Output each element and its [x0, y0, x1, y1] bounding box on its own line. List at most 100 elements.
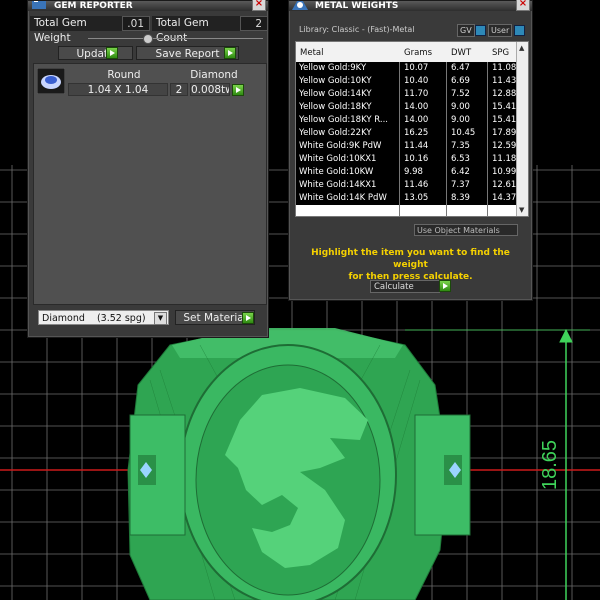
grams-cell: 10.40	[404, 76, 429, 86]
metal-cell: White Gold:14K PdW	[299, 193, 387, 203]
round-diamond-icon[interactable]	[37, 68, 65, 94]
table-row[interactable]: Yellow Gold:22KY 16.25 10.45 17.89	[296, 127, 517, 140]
gv-toggle[interactable]: GV	[457, 24, 475, 37]
metal-cell: Yellow Gold:22KY	[299, 128, 372, 138]
column-header-spg[interactable]: SPG	[492, 48, 509, 58]
grams-cell: 9.98	[404, 167, 423, 177]
slider-handle[interactable]	[143, 34, 153, 44]
gv-indicator-icon[interactable]	[475, 25, 486, 36]
calculate-go-icon[interactable]	[439, 280, 451, 292]
dwt-cell: 6.47	[451, 63, 470, 73]
metal-weights-titlebar[interactable]: METAL WEIGHTS	[289, 1, 532, 11]
grams-cell: 10.07	[404, 63, 429, 73]
table-row[interactable]: Yellow Gold:10KY 10.40 6.69 11.43	[296, 75, 517, 88]
metal-cell: Yellow Gold:14KY	[299, 89, 372, 99]
gem-reporter-title: GEM REPORTER	[54, 1, 133, 11]
table-scrollbar[interactable]: ▲ ▼	[516, 42, 528, 216]
table-row[interactable]: Yellow Gold:18KY 14.00 9.00 15.41	[296, 101, 517, 114]
metal-cell: White Gold:10KW	[299, 167, 374, 177]
dwt-cell: 7.52	[451, 89, 470, 99]
table-row[interactable]: White Gold:10KX1 10.16 6.53 11.18	[296, 153, 517, 166]
gem-qty-cell[interactable]: 2	[170, 83, 188, 96]
column-header-grams[interactable]: Grams	[404, 48, 432, 58]
library-label: Library: Classic - (Fast)-Metal	[299, 25, 415, 34]
grams-cell: 10.16	[404, 154, 429, 164]
dwt-cell: 10.45	[451, 128, 476, 138]
dwt-cell: 9.00	[451, 102, 470, 112]
metal-cell: White Gold:9K PdW	[299, 141, 382, 151]
grams-cell: 14.00	[404, 115, 429, 125]
use-object-materials-label: Use Object Materials	[417, 226, 500, 235]
metal-cell: Yellow Gold:9KY	[299, 63, 367, 73]
metal-weights-panel: METAL WEIGHTS × Library: Classic - (Fast…	[288, 0, 533, 301]
dwt-cell: 6.69	[451, 76, 470, 86]
gem-reporter-app-icon	[32, 1, 46, 9]
gem-size-cell[interactable]: 1.04 X 1.04	[68, 83, 168, 96]
total-gem-weight-label: Total Gem Weight	[30, 16, 126, 44]
material-dropdown[interactable]: Diamond (3.52 spg) ▼	[38, 310, 169, 325]
dimension-label: 18.65	[539, 440, 561, 490]
metal-weights-table[interactable]: Metal Grams DWT SPG Yellow Gold:9KY 10.07…	[295, 41, 529, 217]
instruction-line-1: Highlight the item you want to find the …	[311, 248, 510, 270]
use-object-materials-toggle[interactable]: Use Object Materials	[414, 224, 518, 236]
gem-material-header: Diamond	[190, 69, 238, 81]
column-divider	[487, 62, 488, 216]
update-button[interactable]: Update	[58, 46, 133, 60]
grams-cell: 13.05	[404, 193, 429, 203]
material-dropdown-value: Diamond (3.52 spg)	[42, 313, 146, 324]
total-gem-count-value[interactable]: 2	[240, 16, 268, 31]
table-row[interactable]: Yellow Gold:9KY 10.07 6.47 11.08	[296, 62, 517, 75]
ring-model[interactable]	[127, 328, 471, 600]
dwt-cell: 9.00	[451, 115, 470, 125]
metal-cell: White Gold:10KX1	[299, 154, 377, 164]
metal-cell: White Gold:14KX1	[299, 180, 377, 190]
gem-reporter-close-button[interactable]: ×	[252, 0, 266, 11]
grams-cell: 11.44	[404, 141, 429, 151]
gem-reporter-titlebar[interactable]: GEM REPORTER	[28, 1, 268, 11]
update-go-icon[interactable]	[106, 47, 118, 59]
dwt-cell: 7.37	[451, 180, 470, 190]
table-row[interactable]: Yellow Gold:14KY 11.70 7.52 12.88	[296, 88, 517, 101]
column-header-metal[interactable]: Metal	[300, 48, 323, 58]
table-row[interactable]: White Gold:10KW 9.98 6.42 10.99	[296, 166, 517, 179]
gem-cut-header: Round	[107, 69, 141, 81]
column-divider	[399, 62, 400, 216]
metal-cell: Yellow Gold:18KY R...	[299, 115, 388, 125]
metal-weights-close-button[interactable]: ×	[516, 0, 530, 11]
slider-track[interactable]	[88, 38, 263, 39]
set-material-go-icon[interactable]	[242, 312, 254, 324]
dwt-cell: 8.39	[451, 193, 470, 203]
total-gem-weight-value[interactable]: .01	[122, 16, 150, 31]
metal-cell: Yellow Gold:10KY	[299, 76, 372, 86]
grams-cell: 11.70	[404, 89, 429, 99]
dwt-cell: 6.53	[451, 154, 470, 164]
table-row[interactable]: White Gold:9K PdW 11.44 7.35 12.59	[296, 140, 517, 153]
metal-weights-title: METAL WEIGHTS	[315, 1, 399, 11]
scroll-up-icon[interactable]: ▲	[519, 44, 524, 52]
table-row[interactable]: White Gold:14KX1 11.46 7.37 12.61	[296, 179, 517, 192]
chevron-down-icon[interactable]: ▼	[154, 312, 167, 325]
column-header-dwt[interactable]: DWT	[451, 48, 471, 58]
save-report-button-label: Save Report	[155, 48, 220, 60]
grams-cell: 16.25	[404, 128, 429, 138]
user-toggle[interactable]: User	[488, 24, 513, 37]
dwt-cell: 7.35	[451, 141, 470, 151]
user-indicator-icon[interactable]	[514, 25, 525, 36]
metal-weights-app-icon	[292, 1, 308, 10]
user-toggle-label: User	[491, 26, 510, 35]
grams-cell: 11.46	[404, 180, 429, 190]
calculate-button-label: Calculate	[374, 282, 414, 292]
gem-row-go-icon[interactable]	[232, 84, 244, 96]
column-divider	[446, 62, 447, 216]
total-gem-count-label: Total Gem Count	[152, 16, 246, 44]
table-row[interactable]: Yellow Gold:18KY R... 14.00 9.00 15.41	[296, 114, 517, 127]
metal-cell: Yellow Gold:18KY	[299, 102, 372, 112]
gem-reporter-panel: GEM REPORTER × Total Gem Weight .01 Tota…	[27, 0, 269, 338]
scroll-down-icon[interactable]: ▼	[519, 206, 524, 214]
table-row[interactable]: White Gold:14K PdW 13.05 8.39 14.37	[296, 192, 517, 205]
gem-weight-cell[interactable]: 0.008tw	[190, 83, 230, 96]
gv-toggle-label: GV	[460, 26, 472, 35]
grams-cell: 14.00	[404, 102, 429, 112]
calculate-button[interactable]: Calculate	[370, 280, 440, 293]
save-report-go-icon[interactable]	[224, 47, 236, 59]
